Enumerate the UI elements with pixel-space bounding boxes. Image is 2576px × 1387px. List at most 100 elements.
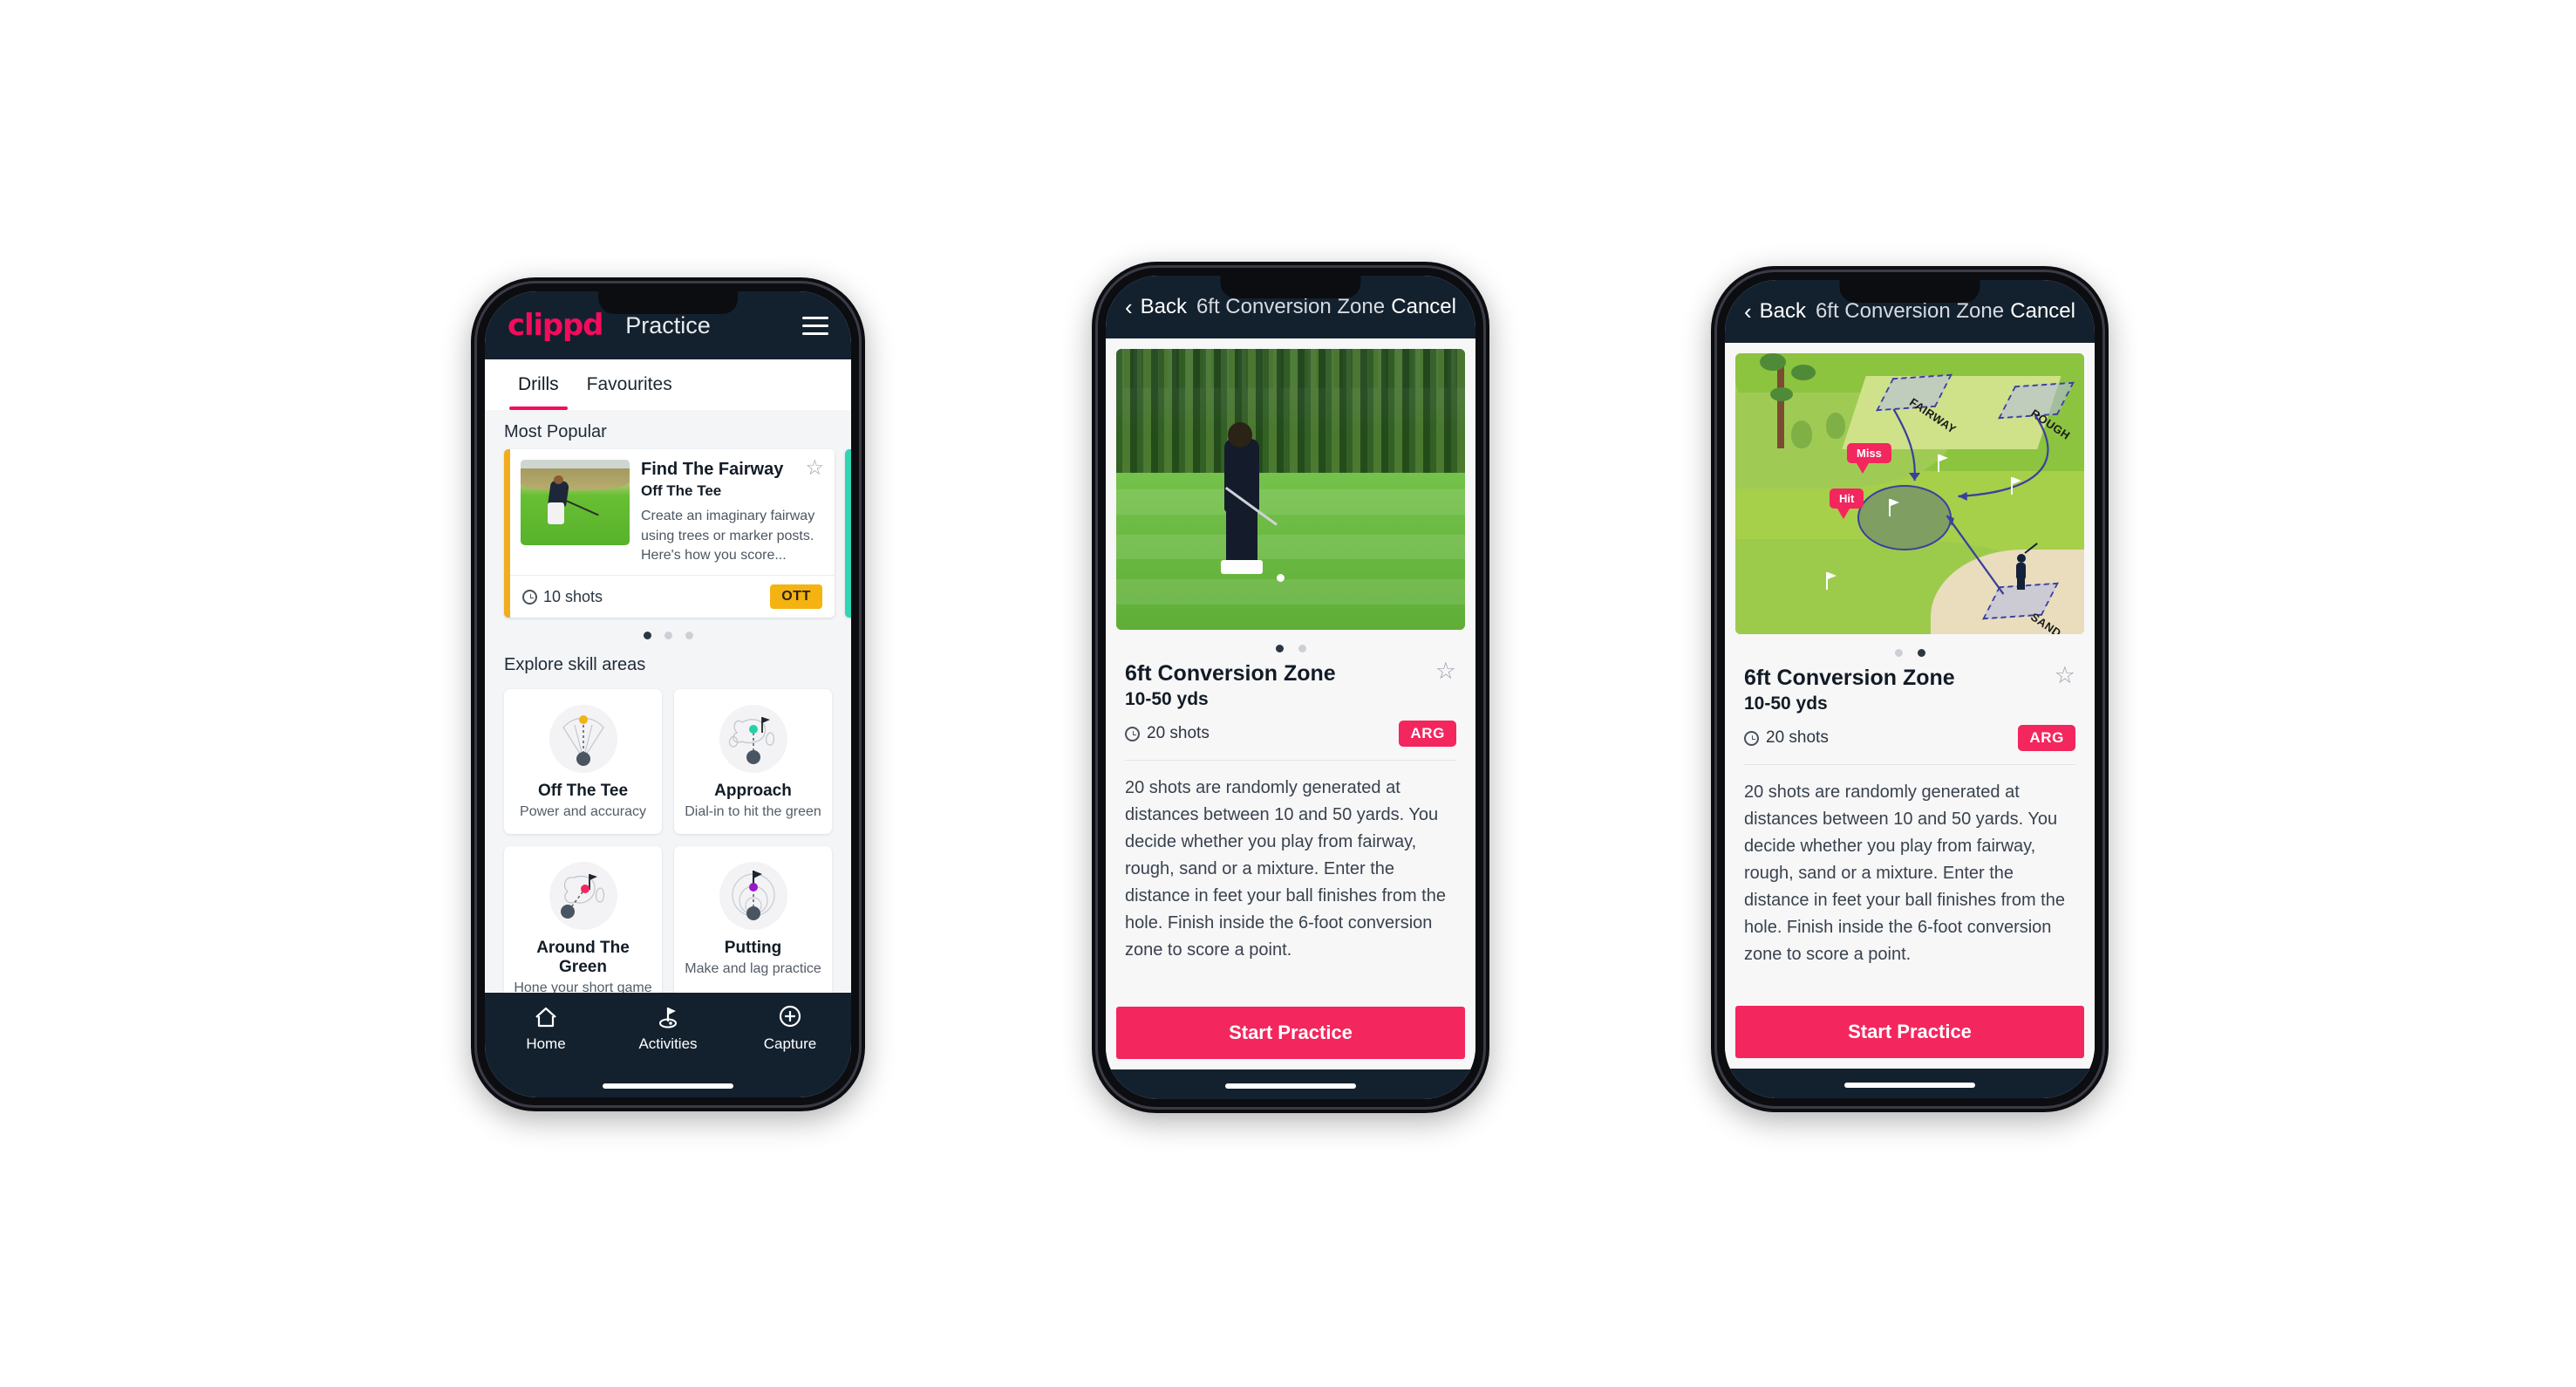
tab-strip: Drills Favourites xyxy=(485,359,851,410)
drill-title: Find The Fairway xyxy=(641,460,784,479)
skill-title: Around The Green xyxy=(536,939,630,977)
back-label: Back xyxy=(1759,299,1807,323)
drill-info: 6ft Conversion Zone 10-50 yds 20 shots A… xyxy=(1725,662,2095,751)
status-badge: ARG xyxy=(1399,721,1456,747)
home-icon xyxy=(535,1007,556,1028)
drill-card-footer: 10 shots OTT xyxy=(510,575,835,618)
drill-thumbnail xyxy=(521,460,630,545)
clock-icon xyxy=(1744,730,1759,746)
skill-card-approach[interactable]: Approach Dial-in to hit the green xyxy=(674,689,832,835)
skill-subtitle: Hone your short game xyxy=(514,980,652,993)
tabbar-item-activities[interactable]: Activities xyxy=(607,1005,729,1053)
hero-dot[interactable] xyxy=(1894,649,1903,657)
back-button[interactable]: ‹ Back xyxy=(1125,295,1187,319)
tab-drills[interactable]: Drills xyxy=(504,359,573,410)
around-green-icon xyxy=(546,858,621,933)
cancel-button[interactable]: Cancel xyxy=(2010,299,2075,324)
phone1-screen: clippd Practice Drills Favourites Most P… xyxy=(485,291,851,1097)
skill-card-around-the-green[interactable]: Around The Green Hone your short game xyxy=(504,846,662,993)
drill-meta-row: 20 shots ARG xyxy=(1744,725,2075,751)
phone-mockup-drill-detail-photo: ‹ Back 6ft Conversion Zone Cancel 6ft Co… xyxy=(1092,262,1489,1113)
drill-hero-photo[interactable] xyxy=(1116,349,1465,630)
pin-flag xyxy=(1826,572,1837,591)
back-button[interactable]: ‹ Back xyxy=(1744,299,1806,324)
drill-card-next-peek[interactable] xyxy=(845,449,851,618)
drill-subtitle: Off The Tee xyxy=(641,482,722,499)
golf-flag-icon xyxy=(659,1008,677,1028)
tee-fan-icon xyxy=(546,701,621,776)
drill-card[interactable]: Find The Fairway Off The Tee Create an i… xyxy=(504,449,835,618)
drill-hero-diagram[interactable]: FAIRWAY ROUGH SAND Miss Hit xyxy=(1735,353,2084,634)
home-indicator xyxy=(1844,1083,1975,1088)
drill-description: Create an imaginary fairway using trees … xyxy=(641,509,815,564)
status-badge: OTT xyxy=(770,584,822,610)
carousel-dots xyxy=(485,618,851,643)
skill-card-off-the-tee[interactable]: Off The Tee Power and accuracy xyxy=(504,689,662,835)
phone2-notch xyxy=(1220,276,1361,298)
hero-dot[interactable] xyxy=(1917,649,1925,657)
hamburger-menu-icon[interactable] xyxy=(802,316,828,335)
drill-detail-title: 6ft Conversion Zone xyxy=(1125,661,1336,686)
skill-card-putting[interactable]: Putting Make and lag practice xyxy=(674,846,832,993)
practice-scroll-area[interactable]: Most Popular Find The Fairway Off The Te… xyxy=(485,410,851,993)
tabbar-label: Home xyxy=(526,1035,566,1052)
tabbar-item-capture[interactable]: Capture xyxy=(729,1005,851,1053)
approach-green-icon xyxy=(716,701,791,776)
shot-path-arrows xyxy=(1892,408,2049,595)
cancel-button[interactable]: Cancel xyxy=(1391,295,1456,319)
skill-subtitle: Make and lag practice xyxy=(685,961,821,977)
drill-yardage: 10-50 yds xyxy=(1744,694,1828,714)
start-practice-button[interactable]: Start Practice xyxy=(1735,1006,2084,1058)
hero-dot[interactable] xyxy=(1275,645,1284,653)
golfer-figure xyxy=(2014,543,2038,591)
skill-area-grid: Off The Tee Power and accuracy Approach … xyxy=(485,682,851,993)
hero-dot[interactable] xyxy=(1298,645,1306,653)
star-outline-icon[interactable]: ☆ xyxy=(1435,659,1456,683)
back-label: Back xyxy=(1140,295,1188,318)
putting-rings-icon xyxy=(716,858,791,933)
tabbar-label: Activities xyxy=(638,1035,698,1052)
explore-heading: Explore skill areas xyxy=(504,655,646,675)
drill-detail-body: FAIRWAY ROUGH SAND Miss Hit 6ft Conversi… xyxy=(1725,343,2095,1069)
most-popular-heading: Most Popular xyxy=(504,422,607,441)
pin-flag xyxy=(1938,454,1948,472)
bottom-tab-bar: Home Activities Capture xyxy=(485,993,851,1097)
skill-title: Putting xyxy=(724,939,782,958)
drill-shots-label: 20 shots xyxy=(1147,724,1210,742)
tab-favourites[interactable]: Favourites xyxy=(573,359,686,410)
drill-shots: 10 shots xyxy=(522,588,603,606)
start-practice-button[interactable]: Start Practice xyxy=(1116,1007,1465,1059)
phone3-screen: ‹ Back 6ft Conversion Zone Cancel FAIRWA… xyxy=(1725,280,2095,1098)
chevron-left-icon: ‹ xyxy=(1125,294,1133,320)
plus-circle-icon xyxy=(779,1005,801,1028)
drill-detail-body: 6ft Conversion Zone 10-50 yds 20 shots A… xyxy=(1106,338,1475,1069)
carousel-dot[interactable] xyxy=(685,632,693,640)
chevron-left-icon: ‹ xyxy=(1744,298,1752,325)
drill-yardage: 10-50 yds xyxy=(1125,689,1209,709)
drill-shots-label: 20 shots xyxy=(1766,728,1829,747)
home-indicator xyxy=(1225,1083,1356,1089)
phone3-notch xyxy=(1839,280,1980,303)
carousel-dot[interactable] xyxy=(664,632,672,640)
phone-mockup-drill-detail-diagram: ‹ Back 6ft Conversion Zone Cancel FAIRWA… xyxy=(1711,266,2109,1112)
hero-carousel-dots xyxy=(1725,634,2095,662)
drill-card-text: Find The Fairway Off The Tee Create an i… xyxy=(641,458,824,566)
status-badge: ARG xyxy=(2018,725,2075,751)
phone2-screen: ‹ Back 6ft Conversion Zone Cancel 6ft Co… xyxy=(1106,276,1475,1099)
carousel-dot[interactable] xyxy=(643,632,651,640)
tabbar-label: Capture xyxy=(763,1035,817,1052)
clock-icon xyxy=(522,589,537,605)
tabbar-item-home[interactable]: Home xyxy=(485,1005,607,1053)
star-outline-icon[interactable]: ☆ xyxy=(2055,664,2075,687)
skill-subtitle: Dial-in to hit the green xyxy=(685,804,821,820)
phone-mockup-practice-list: clippd Practice Drills Favourites Most P… xyxy=(471,277,865,1111)
drill-carousel[interactable]: Find The Fairway Off The Tee Create an i… xyxy=(485,449,851,618)
skill-title: Off The Tee xyxy=(537,782,629,801)
home-indicator xyxy=(603,1083,733,1089)
drill-description: 20 shots are randomly generated at dista… xyxy=(1744,782,2065,964)
clippd-logo: clippd xyxy=(508,308,603,343)
drill-description: 20 shots are randomly generated at dista… xyxy=(1125,778,1446,960)
star-outline-icon[interactable]: ☆ xyxy=(805,458,824,479)
drill-shots: 20 shots xyxy=(1744,728,1829,748)
drill-shots-label: 10 shots xyxy=(543,587,603,605)
